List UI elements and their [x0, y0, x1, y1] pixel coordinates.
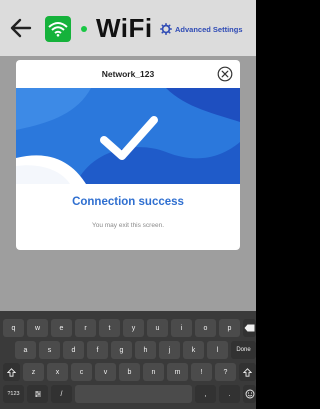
period-key[interactable]: .	[219, 385, 240, 403]
keyboard-row-1: q w e r t y u i o p	[0, 319, 256, 337]
dialog-header: Network_123	[16, 60, 240, 88]
gear-icon	[160, 23, 172, 35]
key-z[interactable]: z	[23, 363, 44, 381]
advanced-settings-label: Advanced Settings	[175, 24, 243, 34]
emoji-icon	[245, 389, 254, 399]
wifi-status-tile	[45, 16, 71, 42]
key-h[interactable]: h	[135, 341, 156, 359]
key-j[interactable]: j	[159, 341, 180, 359]
backspace-key[interactable]	[243, 319, 256, 337]
key-d[interactable]: d	[63, 341, 84, 359]
done-key[interactable]: Done	[231, 341, 256, 359]
key-v[interactable]: v	[95, 363, 116, 381]
emoji-key[interactable]	[243, 385, 256, 403]
wifi-icon	[48, 22, 68, 37]
key-g[interactable]: g	[111, 341, 132, 359]
shift-key-right[interactable]	[239, 363, 256, 381]
key-a[interactable]: a	[15, 341, 36, 359]
success-message: You may exit this screen.	[91, 222, 165, 229]
key-o[interactable]: o	[195, 319, 216, 337]
key-q[interactable]: q	[3, 319, 24, 337]
key-y[interactable]: y	[123, 319, 144, 337]
key-p[interactable]: p	[219, 319, 240, 337]
app-screen: WiFi Advanced Settings Network_123 Conne…	[0, 0, 256, 409]
backspace-icon	[244, 324, 255, 332]
keyboard-row-3: z x c v b n m ! ?	[0, 363, 256, 381]
shift-icon	[7, 367, 16, 377]
connection-status-dot	[81, 26, 87, 32]
success-banner	[16, 88, 240, 184]
network-name: Network_123	[101, 69, 155, 79]
keyboard-settings-icon	[34, 391, 41, 397]
key-u[interactable]: u	[147, 319, 168, 337]
close-icon[interactable]	[217, 66, 233, 82]
keyboard-row-4: ?123 / , .	[0, 385, 256, 403]
top-bar: WiFi Advanced Settings	[0, 0, 256, 56]
key-exclamation[interactable]: !	[191, 363, 212, 381]
comma-key[interactable]: ,	[195, 385, 216, 403]
shift-key[interactable]	[3, 363, 20, 381]
key-m[interactable]: m	[167, 363, 188, 381]
key-question[interactable]: ?	[215, 363, 236, 381]
connection-dialog: Network_123 Connection success You may e…	[16, 60, 240, 250]
back-arrow-icon	[10, 18, 32, 38]
key-n[interactable]: n	[143, 363, 164, 381]
key-k[interactable]: k	[183, 341, 204, 359]
key-l[interactable]: l	[207, 341, 228, 359]
slash-key[interactable]: /	[51, 385, 72, 403]
key-t[interactable]: t	[99, 319, 120, 337]
keyboard-settings-key[interactable]	[27, 385, 48, 403]
advanced-settings-button[interactable]: Advanced Settings	[160, 21, 243, 37]
keyboard-row-2: a s d f g h j k l Done	[0, 341, 256, 359]
space-key[interactable]	[75, 385, 192, 403]
key-b[interactable]: b	[119, 363, 140, 381]
back-button[interactable]	[6, 14, 36, 42]
on-screen-keyboard: q w e r t y u i o p a s d f g h j k l Do…	[0, 311, 256, 409]
success-title: Connection success	[72, 196, 184, 208]
key-c[interactable]: c	[71, 363, 92, 381]
key-x[interactable]: x	[47, 363, 68, 381]
key-f[interactable]: f	[87, 341, 108, 359]
numbers-key[interactable]: ?123	[3, 385, 24, 403]
key-w[interactable]: w	[27, 319, 48, 337]
shift-icon	[243, 367, 252, 377]
key-s[interactable]: s	[39, 341, 60, 359]
page-title: WiFi	[96, 13, 153, 43]
key-i[interactable]: i	[171, 319, 192, 337]
key-e[interactable]: e	[51, 319, 72, 337]
key-r[interactable]: r	[75, 319, 96, 337]
